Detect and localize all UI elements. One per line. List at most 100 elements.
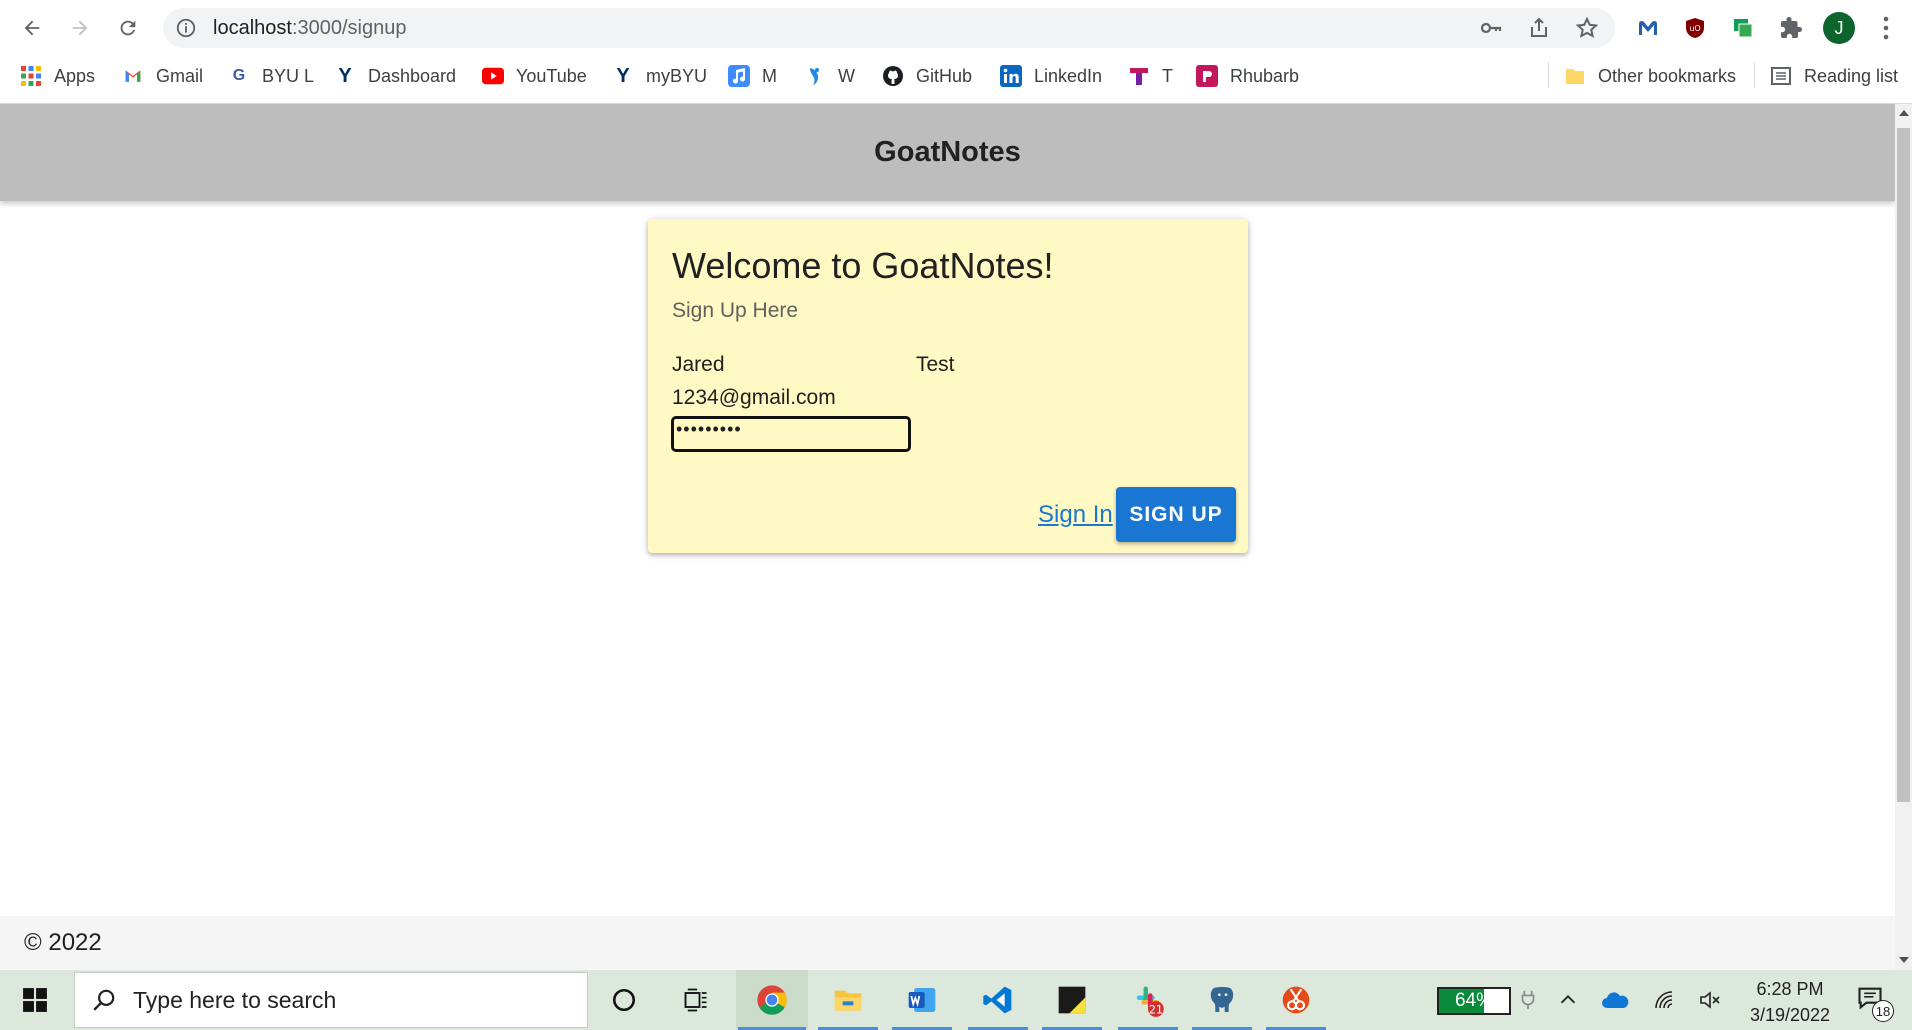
reload-icon [120, 20, 136, 36]
sign-in-link[interactable]: Sign In [1038, 501, 1113, 529]
bookmark-w[interactable]: W [804, 62, 855, 90]
key-icon[interactable] [1479, 16, 1503, 40]
scissors-icon [1282, 986, 1310, 1014]
star-icon[interactable] [1575, 16, 1599, 40]
action-center-button[interactable]: 18 [1856, 984, 1894, 1022]
arrow-right-icon [72, 20, 88, 36]
bookmark-youtube[interactable]: YouTube [482, 62, 587, 90]
bookmark-gmail[interactable]: Gmail [122, 62, 203, 90]
taskbar-chrome[interactable] [736, 970, 808, 1030]
malwarebytes-extension-icon[interactable] [1632, 12, 1664, 44]
bookmark-mybyu[interactable]: Y myBYU [612, 62, 707, 90]
linkedin-icon [1000, 65, 1022, 87]
onedrive-cloud-icon[interactable] [1601, 986, 1629, 1014]
search-placeholder: Type here to search [133, 986, 337, 1013]
bookmark-apps[interactable]: Apps [20, 62, 95, 90]
start-button[interactable] [0, 970, 70, 1030]
scrollbar-thumb[interactable] [1897, 128, 1910, 802]
volume-muted-icon[interactable] [1696, 986, 1724, 1014]
svg-text:uO: uO [1689, 24, 1700, 33]
windows-taskbar: Type here to search 21 64% 6:28 PM 3/19/… [0, 970, 1912, 1030]
cortana-circle-icon [612, 988, 636, 1012]
task-view-icon [684, 988, 707, 1012]
other-bookmarks-folder[interactable]: Other bookmarks [1564, 62, 1736, 90]
taskbar-postgres[interactable] [1186, 970, 1258, 1030]
reading-list-button[interactable]: Reading list [1770, 62, 1898, 90]
taskbar-sticky-notes[interactable] [1036, 970, 1108, 1030]
clock-date: 3/19/2022 [1749, 1005, 1831, 1025]
last-name-input[interactable] [916, 349, 1152, 381]
bookmarks-divider [1548, 62, 1549, 88]
folder-icon [834, 990, 862, 1011]
taskbar-file-explorer[interactable] [812, 970, 884, 1030]
puzzle-extensions-icon[interactable] [1775, 12, 1807, 44]
more-menu-icon[interactable] [1874, 12, 1898, 44]
info-icon[interactable] [175, 17, 197, 39]
sign-up-button[interactable]: SIGN UP [1116, 487, 1236, 542]
folder-icon [1564, 65, 1586, 87]
share-icon[interactable] [1527, 16, 1551, 40]
bookmark-label: myBYU [646, 65, 708, 86]
bookmarks-divider [1754, 62, 1755, 88]
password-input[interactable]: ••••••••• [671, 416, 911, 452]
taskbar-search-box[interactable]: Type here to search [74, 972, 588, 1028]
scroll-up-arrow-icon[interactable] [1899, 110, 1909, 116]
clock-time: 6:28 PM [1756, 979, 1824, 999]
bookmark-label: T [1162, 65, 1173, 86]
youtube-icon [482, 65, 504, 87]
cortana-button[interactable] [588, 970, 660, 1030]
bird-icon [804, 65, 826, 87]
taskbar-word[interactable] [886, 970, 958, 1030]
url-path: :3000/signup [291, 17, 407, 39]
profile-avatar[interactable]: J [1823, 12, 1855, 44]
app-title: GoatNotes [874, 136, 1021, 168]
bookmark-dashboard[interactable]: Y Dashboard [334, 62, 456, 90]
ublock-extension-icon[interactable]: uO [1679, 12, 1711, 44]
app-header: GoatNotes [0, 104, 1895, 201]
url-host: localhost [213, 17, 292, 39]
t-logo-icon [1128, 65, 1150, 87]
music-icon [728, 65, 750, 87]
reload-button[interactable] [112, 12, 144, 44]
taskbar-slack[interactable]: 21 [1112, 970, 1184, 1030]
power-plug-icon[interactable] [1514, 986, 1542, 1014]
bookmark-linkedin[interactable]: LinkedIn [1000, 62, 1102, 90]
forward-button[interactable] [64, 12, 96, 44]
scroll-down-arrow-icon[interactable] [1899, 957, 1909, 963]
postgres-elephant-icon [1210, 987, 1234, 1012]
rhubarb-icon [1196, 65, 1218, 87]
bookmark-t[interactable]: T [1128, 62, 1173, 90]
taskbar-vscode[interactable] [962, 970, 1034, 1030]
wifi-icon[interactable] [1650, 986, 1678, 1014]
apps-grid-icon [20, 65, 42, 87]
bookmark-byu-l[interactable]: G BYU L [228, 62, 314, 90]
back-button[interactable] [16, 12, 48, 44]
bookmark-github[interactable]: GitHub [882, 62, 972, 90]
battery-indicator[interactable]: 64% [1437, 987, 1511, 1015]
bookmark-m[interactable]: M [728, 62, 777, 90]
bookmark-label: Gmail [156, 65, 204, 86]
system-clock[interactable]: 6:28 PM 3/19/2022 [1735, 976, 1845, 1028]
vertical-scrollbar[interactable] [1895, 104, 1912, 970]
email-input[interactable] [672, 382, 972, 414]
bookmark-label: GitHub [916, 65, 973, 86]
signup-card: Welcome to GoatNotes! Sign Up Here •••••… [648, 219, 1248, 553]
notification-count-badge: 18 [1872, 1000, 1894, 1022]
bookmark-label: Apps [54, 65, 96, 86]
byu-y-icon: Y [338, 64, 352, 87]
chrome-icon [757, 985, 787, 1015]
url-text[interactable]: localhost:3000/signup [213, 17, 406, 40]
other-bookmarks-label: Other bookmarks [1598, 65, 1737, 86]
address-bar[interactable]: localhost:3000/signup [163, 8, 1615, 48]
bookmark-label: M [762, 65, 777, 86]
search-icon [93, 989, 115, 1011]
show-hidden-icons-chevron-icon[interactable] [1554, 986, 1582, 1014]
bookmark-rhubarb[interactable]: Rhubarb [1196, 62, 1299, 90]
first-name-input[interactable] [672, 349, 908, 381]
chat-extension-icon[interactable] [1727, 12, 1759, 44]
task-view-button[interactable] [660, 970, 732, 1030]
taskbar-snipping-tool[interactable] [1260, 970, 1332, 1030]
reading-list-label: Reading list [1804, 65, 1899, 86]
page-viewport: GoatNotes Welcome to GoatNotes! Sign Up … [0, 104, 1895, 970]
bookmarks-bar: Apps Gmail G BYU L Y Dashboard YouTube Y… [0, 56, 1912, 96]
